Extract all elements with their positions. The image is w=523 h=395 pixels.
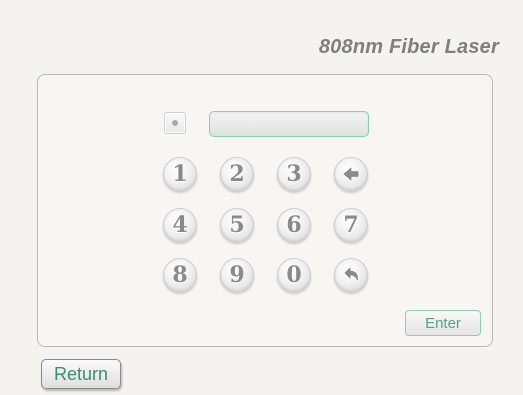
undo-arrow-icon [344, 267, 358, 281]
key-2[interactable]: 2 [220, 157, 254, 191]
undo-key[interactable] [334, 258, 368, 292]
key-4[interactable]: 4 [163, 208, 197, 242]
app-title: 808nm Fiber Laser [318, 36, 499, 58]
key-8[interactable]: 8 [163, 258, 197, 292]
status-dot-icon [172, 120, 178, 126]
key-3[interactable]: 3 [277, 157, 311, 191]
key-0[interactable]: 0 [277, 258, 311, 292]
backspace-arrow-icon [343, 167, 359, 181]
pin-indicator [164, 112, 186, 134]
key-9[interactable]: 9 [220, 258, 254, 292]
pin-input[interactable] [209, 111, 369, 137]
key-1[interactable]: 1 [163, 157, 197, 191]
backspace-key[interactable] [334, 157, 368, 191]
return-button[interactable]: Return [41, 359, 121, 389]
enter-button[interactable]: Enter [405, 310, 481, 336]
key-5[interactable]: 5 [220, 208, 254, 242]
key-6[interactable]: 6 [277, 208, 311, 242]
key-7[interactable]: 7 [334, 208, 368, 242]
